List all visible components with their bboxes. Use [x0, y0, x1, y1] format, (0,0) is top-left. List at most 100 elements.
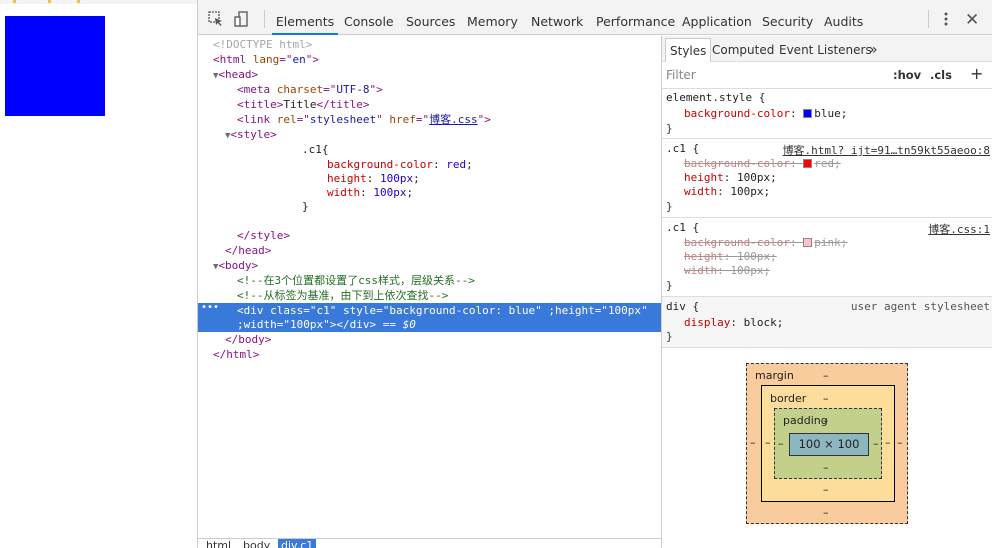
css-prop-name: background-color — [327, 158, 433, 171]
border-bottom-value[interactable]: – — [823, 483, 829, 496]
border-right-value[interactable]: – — [885, 436, 891, 449]
tab-memory[interactable]: Memory — [467, 0, 518, 35]
style-property-overridden[interactable]: height: 100px; — [684, 250, 992, 264]
property-name[interactable]: width — [684, 264, 717, 277]
box-model-margin[interactable]: margin – – – – border – – – – padding – … — [746, 363, 908, 524]
style-property-overridden[interactable]: width: 100px; — [684, 264, 992, 278]
style-rule-css-c1: .c1 { 博客.css:1 background-color: pink; h… — [662, 218, 992, 297]
dom-line-body-close[interactable]: </body> — [225, 332, 688, 347]
style-property[interactable]: height: 100px; — [684, 171, 992, 185]
dom-line-div-selected[interactable]: ••• <div class="c1" style="background-col… — [198, 300, 661, 318]
padding-right-value[interactable]: – — [873, 437, 879, 450]
head-tag-name: head — [225, 68, 252, 81]
margin-bottom-value[interactable]: – — [823, 506, 829, 519]
blue-div-box[interactable] — [5, 16, 105, 116]
property-value[interactable]: 100px; — [730, 185, 770, 198]
property-name[interactable]: background-color — [684, 157, 790, 170]
margin-right-value[interactable]: – — [897, 436, 903, 449]
property-name[interactable]: background-color — [684, 107, 790, 120]
dom-line-html-close[interactable]: </html> — [213, 347, 676, 362]
head-tag-name: head — [238, 244, 265, 257]
dom-line-meta[interactable]: <meta charset="UTF-8"> — [237, 82, 700, 97]
close-icon[interactable]: ✕ — [965, 10, 979, 30]
attr-name: ;height — [548, 304, 595, 317]
dom-line-doctype[interactable]: <!DOCTYPE html> — [213, 37, 676, 52]
margin-top-value[interactable]: – — [823, 369, 829, 382]
color-swatch-icon[interactable] — [803, 238, 813, 247]
css-prop-name: height — [327, 172, 367, 185]
tab-styles[interactable]: Styles — [665, 38, 712, 62]
dom-line-html[interactable]: <html lang="en"> — [213, 52, 676, 67]
div-tag-name: div — [243, 304, 264, 317]
property-value[interactable]: pink; — [814, 236, 847, 249]
new-rule-plus-icon[interactable]: + — [970, 64, 983, 83]
border-left-value[interactable]: – — [765, 436, 771, 449]
dom-line-style-open[interactable]: ▼<style> — [225, 127, 688, 142]
property-value[interactable]: 100px; — [737, 250, 777, 263]
property-value[interactable]: 100px; — [730, 264, 770, 277]
device-toolbar-icon[interactable] — [234, 11, 250, 27]
margin-label: margin — [755, 369, 794, 382]
style-property[interactable]: width: 100px; — [684, 185, 992, 199]
dom-line-div-selected-cont[interactable]: ;width="100px"></div> == $0 — [237, 317, 700, 332]
page-top-strip — [0, 0, 197, 4]
more-tabs-icon[interactable]: » — [865, 38, 882, 62]
box-model-border[interactable]: border – – – – padding – – – – 100 × 100 — [761, 385, 895, 502]
property-name: display — [684, 316, 731, 329]
inspect-icon[interactable] — [208, 11, 224, 27]
rule-source-link[interactable]: 博客.css:1 — [928, 221, 990, 237]
html-tag-name: html — [219, 53, 247, 66]
property-value[interactable]: blue; — [814, 107, 847, 120]
rule-source-link[interactable]: 博客.html? ijt=91…tn59kt55aeoo:8 — [783, 142, 990, 158]
tab-performance[interactable]: Performance — [596, 0, 675, 35]
tab-audits[interactable]: Audits — [824, 0, 863, 35]
property-value[interactable]: red; — [814, 157, 841, 170]
css-close-brace: } — [302, 200, 309, 213]
color-swatch-icon[interactable] — [803, 109, 813, 118]
border-top-value[interactable]: – — [823, 392, 829, 405]
property-value[interactable]: 100px; — [737, 171, 777, 184]
dom-line-head-close[interactable]: </head> — [225, 243, 688, 258]
dom-line-head-open[interactable]: ▼<head> — [213, 67, 676, 82]
tab-application[interactable]: Application — [682, 0, 752, 35]
dom-line-body-open[interactable]: ▼<body> — [213, 258, 676, 273]
dom-line-link[interactable]: <link rel="stylesheet" href="博客.css"> — [237, 112, 700, 127]
tab-network[interactable]: Network — [531, 0, 583, 35]
style-property-overridden[interactable]: background-color: red; — [684, 157, 992, 171]
dom-line-style-close[interactable]: </style> — [237, 228, 700, 243]
property-name[interactable]: height — [684, 171, 724, 184]
cls-toggle[interactable]: .cls — [930, 68, 952, 82]
tab-event-listeners[interactable]: Event Listeners — [775, 38, 876, 62]
stylesheet-link[interactable]: 博客.css — [429, 113, 478, 126]
title-tag-name: title — [329, 98, 363, 111]
filter-input[interactable]: Filter — [666, 68, 696, 82]
color-swatch-icon[interactable] — [803, 159, 813, 168]
crumb-div-c1[interactable]: div.c1 — [278, 539, 317, 548]
hov-toggle[interactable]: :hov — [893, 68, 921, 82]
box-model-content[interactable]: 100 × 100 — [789, 433, 869, 456]
property-name[interactable]: height — [684, 250, 724, 263]
property-name[interactable]: width — [684, 185, 717, 198]
crumb-html[interactable]: html — [203, 539, 234, 548]
padding-bottom-value[interactable]: – — [823, 461, 829, 474]
padding-label: padding — [783, 414, 828, 427]
dom-line-comment[interactable]: <!--从标签为基准，由下到上依次查找--> — [237, 288, 700, 303]
dom-line-title[interactable]: <title>Title</title> — [237, 97, 700, 112]
tab-elements[interactable]: Elements — [272, 0, 338, 35]
tab-security[interactable]: Security — [762, 0, 813, 35]
padding-left-value[interactable]: – — [778, 437, 784, 450]
margin-left-value[interactable]: – — [750, 436, 756, 449]
tab-computed[interactable]: Computed — [708, 38, 778, 62]
tab-sources[interactable]: Sources — [406, 0, 455, 35]
property-name[interactable]: background-color — [684, 236, 790, 249]
crumb-body[interactable]: body — [240, 539, 273, 548]
dom-line-comment[interactable]: <!--在3个位置都设置了css样式，层级关系--> — [237, 273, 700, 288]
box-model-padding[interactable]: padding – – – – 100 × 100 — [774, 408, 882, 479]
tab-console[interactable]: Console — [344, 0, 394, 35]
style-property-overridden[interactable]: background-color: pink; — [684, 236, 992, 250]
ellipsis-icon[interactable]: ••• — [201, 300, 219, 315]
css-prop-value: 100px — [380, 172, 414, 185]
padding-top-value[interactable]: – — [823, 414, 829, 427]
more-vertical-icon[interactable] — [944, 11, 948, 27]
style-property[interactable]: background-color: blue; — [684, 107, 992, 121]
